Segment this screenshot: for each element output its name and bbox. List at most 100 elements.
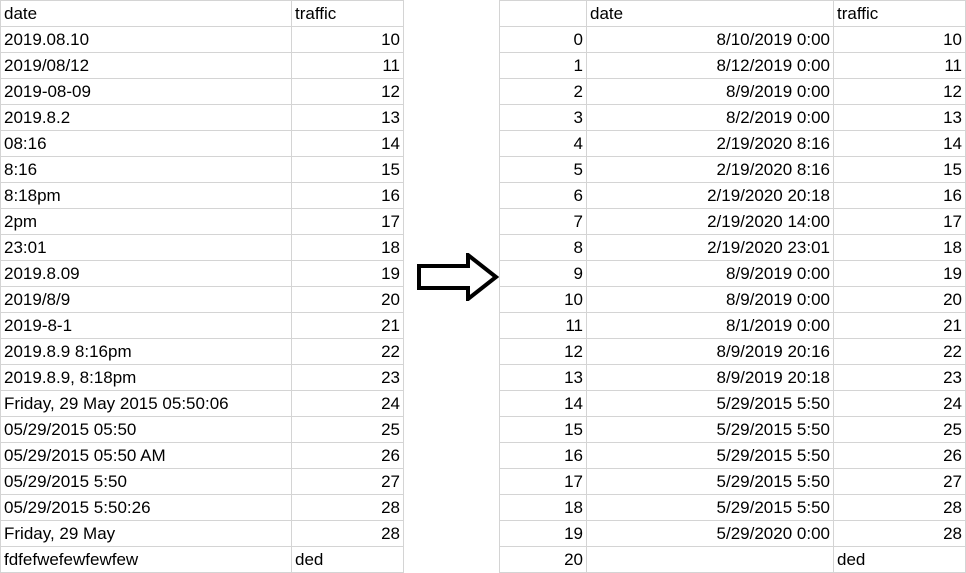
traffic-cell[interactable]: 23 xyxy=(291,364,404,391)
index-cell[interactable]: 5 xyxy=(499,156,587,183)
date-cell[interactable]: 5/29/2015 5:50 xyxy=(586,416,834,443)
traffic-cell[interactable]: 13 xyxy=(833,104,966,131)
date-cell[interactable]: 2019.08.10 xyxy=(0,26,292,53)
traffic-cell[interactable]: ded xyxy=(291,546,404,573)
date-cell[interactable]: 8/10/2019 0:00 xyxy=(586,26,834,53)
date-cell[interactable]: 8:18pm xyxy=(0,182,292,209)
traffic-cell[interactable]: 12 xyxy=(291,78,404,105)
traffic-cell[interactable]: 16 xyxy=(833,182,966,209)
traffic-cell[interactable]: 16 xyxy=(291,182,404,209)
date-cell[interactable]: 8/2/2019 0:00 xyxy=(586,104,834,131)
column-header-traffic[interactable]: traffic xyxy=(291,0,404,27)
date-cell[interactable]: 8/9/2019 20:16 xyxy=(586,338,834,365)
date-cell[interactable]: 2/19/2020 8:16 xyxy=(586,156,834,183)
date-cell[interactable]: 05/29/2015 05:50 xyxy=(0,416,292,443)
date-cell[interactable]: 8/9/2019 20:18 xyxy=(586,364,834,391)
column-header-date[interactable]: date xyxy=(0,0,292,27)
traffic-cell[interactable]: 20 xyxy=(291,286,404,313)
date-cell[interactable]: 5/29/2015 5:50 xyxy=(586,390,834,417)
date-cell[interactable]: 2/19/2020 14:00 xyxy=(586,208,834,235)
traffic-cell[interactable]: 11 xyxy=(833,52,966,79)
index-cell[interactable]: 18 xyxy=(499,494,587,521)
index-cell[interactable]: 2 xyxy=(499,78,587,105)
traffic-cell[interactable]: 28 xyxy=(833,520,966,547)
traffic-cell[interactable]: 17 xyxy=(291,208,404,235)
index-cell[interactable]: 14 xyxy=(499,390,587,417)
traffic-cell[interactable]: 13 xyxy=(291,104,404,131)
traffic-cell[interactable]: 18 xyxy=(291,234,404,261)
traffic-cell[interactable]: 26 xyxy=(291,442,404,469)
date-cell[interactable]: 8/9/2019 0:00 xyxy=(586,260,834,287)
traffic-cell[interactable]: 21 xyxy=(833,312,966,339)
traffic-cell[interactable]: 28 xyxy=(291,520,404,547)
index-cell[interactable]: 10 xyxy=(499,286,587,313)
date-cell[interactable]: 2/19/2020 20:18 xyxy=(586,182,834,209)
date-cell[interactable]: 05/29/2015 5:50 xyxy=(0,468,292,495)
traffic-cell[interactable]: 19 xyxy=(291,260,404,287)
index-cell[interactable]: 16 xyxy=(499,442,587,469)
date-cell[interactable]: 05/29/2015 05:50 AM xyxy=(0,442,292,469)
traffic-cell[interactable]: 28 xyxy=(833,494,966,521)
index-cell[interactable]: 1 xyxy=(499,52,587,79)
date-cell[interactable]: 8:16 xyxy=(0,156,292,183)
traffic-cell[interactable]: 27 xyxy=(833,468,966,495)
date-cell[interactable]: Friday, 29 May 2015 05:50:06 xyxy=(0,390,292,417)
index-cell[interactable]: 11 xyxy=(499,312,587,339)
date-cell[interactable]: 08:16 xyxy=(0,130,292,157)
date-cell[interactable]: 8/12/2019 0:00 xyxy=(586,52,834,79)
date-cell[interactable]: 5/29/2015 5:50 xyxy=(586,468,834,495)
index-cell[interactable]: 3 xyxy=(499,104,587,131)
traffic-cell[interactable]: 17 xyxy=(833,208,966,235)
traffic-cell[interactable]: 14 xyxy=(291,130,404,157)
column-header-index[interactable] xyxy=(499,0,587,27)
date-cell[interactable]: 2/19/2020 23:01 xyxy=(586,234,834,261)
index-cell[interactable]: 9 xyxy=(499,260,587,287)
traffic-cell[interactable]: 15 xyxy=(833,156,966,183)
date-cell[interactable]: 5/29/2020 0:00 xyxy=(586,520,834,547)
traffic-cell[interactable]: 10 xyxy=(291,26,404,53)
date-cell[interactable]: 2019-08-09 xyxy=(0,78,292,105)
date-cell[interactable]: 2019.8.9, 8:18pm xyxy=(0,364,292,391)
traffic-cell[interactable]: 11 xyxy=(291,52,404,79)
column-header-traffic[interactable]: traffic xyxy=(833,0,966,27)
index-cell[interactable]: 4 xyxy=(499,130,587,157)
traffic-cell[interactable]: 12 xyxy=(833,78,966,105)
index-cell[interactable]: 15 xyxy=(499,416,587,443)
date-cell[interactable]: 8/9/2019 0:00 xyxy=(586,286,834,313)
date-cell[interactable]: 2019.8.09 xyxy=(0,260,292,287)
traffic-cell[interactable]: 24 xyxy=(833,390,966,417)
date-cell[interactable]: 2019/08/12 xyxy=(0,52,292,79)
traffic-cell[interactable]: 26 xyxy=(833,442,966,469)
date-cell[interactable]: 23:01 xyxy=(0,234,292,261)
date-cell[interactable] xyxy=(586,546,834,573)
date-cell[interactable]: 2pm xyxy=(0,208,292,235)
date-cell[interactable]: 8/1/2019 0:00 xyxy=(586,312,834,339)
date-cell[interactable]: 5/29/2015 5:50 xyxy=(586,442,834,469)
index-cell[interactable]: 8 xyxy=(499,234,587,261)
traffic-cell[interactable]: 20 xyxy=(833,286,966,313)
traffic-cell[interactable]: 19 xyxy=(833,260,966,287)
column-header-date[interactable]: date xyxy=(586,0,834,27)
traffic-cell[interactable]: 24 xyxy=(291,390,404,417)
index-cell[interactable]: 7 xyxy=(499,208,587,235)
index-cell[interactable]: 6 xyxy=(499,182,587,209)
index-cell[interactable]: 17 xyxy=(499,468,587,495)
index-cell[interactable]: 13 xyxy=(499,364,587,391)
traffic-cell[interactable]: 27 xyxy=(291,468,404,495)
traffic-cell[interactable]: 25 xyxy=(291,416,404,443)
traffic-cell[interactable]: 18 xyxy=(833,234,966,261)
index-cell[interactable]: 0 xyxy=(499,26,587,53)
date-cell[interactable]: 05/29/2015 5:50:26 xyxy=(0,494,292,521)
traffic-cell[interactable]: 10 xyxy=(833,26,966,53)
traffic-cell[interactable]: 25 xyxy=(833,416,966,443)
traffic-cell[interactable]: ded xyxy=(833,546,966,573)
traffic-cell[interactable]: 23 xyxy=(833,364,966,391)
date-cell[interactable]: 2/19/2020 8:16 xyxy=(586,130,834,157)
traffic-cell[interactable]: 15 xyxy=(291,156,404,183)
traffic-cell[interactable]: 21 xyxy=(291,312,404,339)
date-cell[interactable]: 8/9/2019 0:00 xyxy=(586,78,834,105)
date-cell[interactable]: 2019.8.9 8:16pm xyxy=(0,338,292,365)
date-cell[interactable]: 2019.8.2 xyxy=(0,104,292,131)
index-cell[interactable]: 19 xyxy=(499,520,587,547)
date-cell[interactable]: 2019-8-1 xyxy=(0,312,292,339)
